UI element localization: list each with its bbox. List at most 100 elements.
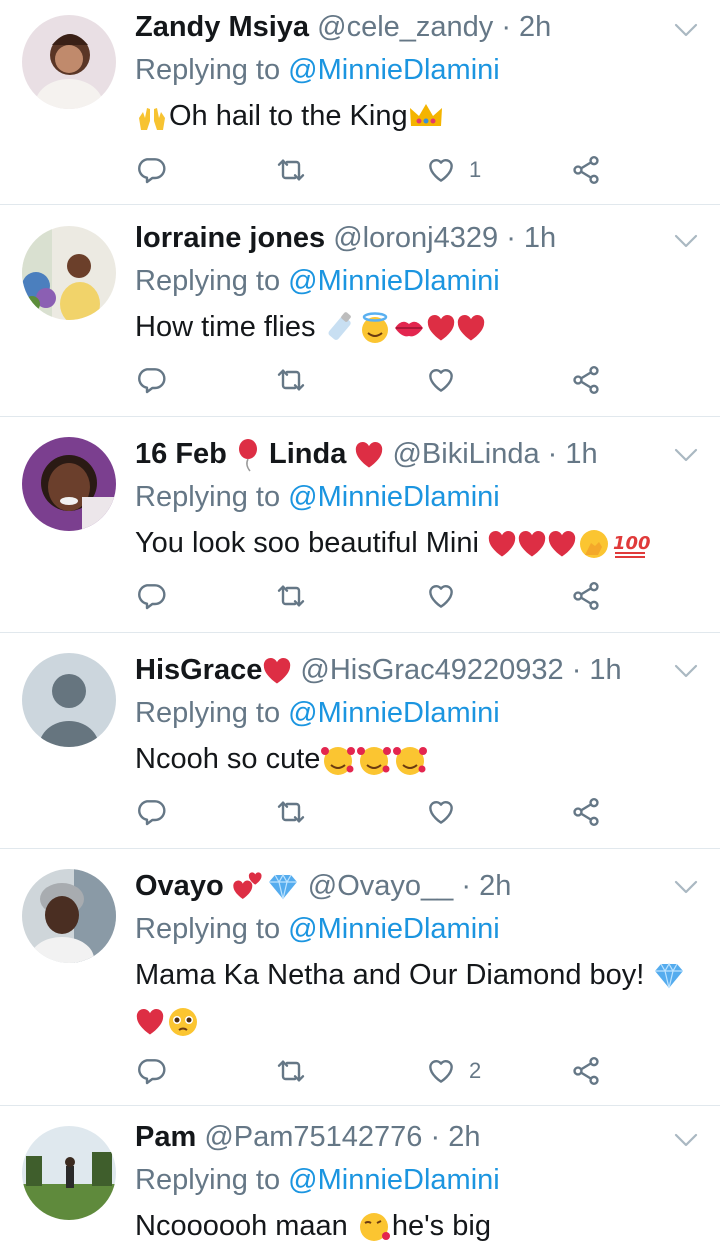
replying-to-label: Replying to [135, 697, 281, 729]
tweet-text-container: Oh hail to the King [135, 93, 696, 139]
mention-link[interactable]: @MinnieDlamini [288, 481, 500, 513]
like-icon[interactable] [425, 796, 457, 828]
avatar[interactable] [22, 15, 116, 109]
user-handle[interactable]: @BikiLinda [392, 438, 539, 470]
red-heart-emoji-icon [262, 657, 292, 685]
avatar[interactable] [22, 226, 116, 320]
user-handle[interactable]: @Ovayo__ [308, 870, 454, 902]
crown-emoji-icon [409, 104, 442, 127]
chevron-down-icon[interactable] [672, 20, 700, 40]
retweet-icon[interactable] [275, 364, 307, 396]
display-name-prefix[interactable]: 16 Feb [135, 438, 227, 470]
face-blowing-kiss-emoji-icon [359, 1213, 390, 1242]
retweet-icon[interactable] [275, 796, 307, 828]
tweet-text-container: You look soo beautiful Mini 100 [135, 520, 696, 566]
tweet-text: Ncooh so cute [135, 743, 321, 775]
red-heart-emoji-icon [547, 530, 577, 558]
avatar[interactable] [22, 653, 116, 747]
mention-link[interactable]: @MinnieDlamini [288, 54, 500, 86]
smiling-face-with-hearts-emoji-icon [321, 747, 356, 776]
reply-icon[interactable] [135, 580, 167, 612]
replying-to-label: Replying to [135, 265, 281, 297]
avatar[interactable] [22, 869, 116, 963]
chevron-down-icon[interactable] [672, 877, 700, 897]
tweet-text-container: Ncoooooh maan he's big [135, 1203, 696, 1249]
raising-hands-emoji-icon [139, 108, 165, 131]
display-name[interactable]: HisGrace [135, 654, 262, 686]
tweet-text: You look soo beautiful Mini [135, 527, 479, 559]
display-name[interactable]: Ovayo [135, 870, 224, 902]
mention-link[interactable]: @MinnieDlamini [288, 697, 500, 729]
mention-link[interactable]: @MinnieDlamini [288, 265, 500, 297]
reply-icon[interactable] [135, 1055, 167, 1087]
timestamp: · 1h [571, 654, 622, 686]
share-icon[interactable] [570, 796, 602, 828]
display-name[interactable]: Linda [269, 438, 346, 470]
tweet-text-container: Ncooh so cute [135, 736, 696, 782]
like-icon[interactable] [425, 580, 457, 612]
mention-link[interactable]: @MinnieDlamini [288, 913, 500, 945]
gem-emoji-icon [268, 874, 297, 900]
tweet-text: How time flies [135, 311, 316, 343]
timestamp: · 2h [461, 870, 512, 902]
hand-over-mouth-emoji-icon [580, 530, 608, 559]
display-name[interactable]: lorraine jones [135, 222, 325, 254]
tweet-item[interactable]: Zandy Msiya @cele_zandy · 2h Replying to… [0, 0, 720, 205]
chevron-down-icon[interactable] [672, 661, 700, 681]
balloon-emoji-icon [238, 439, 257, 472]
user-handle[interactable]: @HisGrac49220932 [300, 654, 563, 686]
tweet-text: Ncoooooh maan [135, 1210, 348, 1242]
share-icon[interactable] [570, 364, 602, 396]
avatar[interactable] [22, 1126, 116, 1220]
chevron-down-icon[interactable] [672, 1130, 700, 1150]
replying-to-label: Replying to [135, 481, 281, 513]
reply-icon[interactable] [135, 796, 167, 828]
user-handle[interactable]: @cele_zandy [317, 11, 493, 43]
tweet-text-container: How time flies [135, 304, 696, 350]
red-heart-emoji-icon [487, 530, 517, 558]
user-handle[interactable]: @Pam75142776 [204, 1121, 422, 1153]
tweet-item[interactable]: 16 Feb Linda @BikiLinda · 1h Replying to… [0, 417, 720, 633]
red-heart-emoji-icon [426, 314, 456, 342]
like-icon[interactable] [425, 364, 457, 396]
mention-link[interactable]: @MinnieDlamini [288, 1164, 500, 1196]
timestamp: · 2h [430, 1121, 481, 1153]
tweet-text: Oh hail to the King [169, 100, 408, 132]
red-heart-emoji-icon [517, 530, 547, 558]
share-icon[interactable] [570, 1055, 602, 1087]
like-count: 1 [469, 157, 482, 182]
tweet-item[interactable]: lorraine jones @loronj4329 · 1h Replying… [0, 205, 720, 417]
timestamp: · 1h [547, 438, 598, 470]
red-heart-emoji-icon [354, 441, 384, 469]
tweet-item[interactable]: Pam @Pam75142776 · 2h Replying to @Minni… [0, 1106, 720, 1242]
display-name[interactable]: Pam [135, 1121, 196, 1153]
timestamp: · 2h [501, 11, 552, 43]
tweet-item[interactable]: Ovayo @Ovayo__ · 2h Replying to @MinnieD… [0, 849, 720, 1106]
chevron-down-icon[interactable] [672, 231, 700, 251]
tweet-item[interactable]: HisGrace @HisGrac49220932 · 1h Replying … [0, 633, 720, 849]
hundred-points-emoji-icon: 100 [613, 533, 651, 559]
red-heart-emoji-icon [135, 1008, 165, 1036]
like-icon[interactable] [425, 1055, 457, 1087]
tweet-text-cont: he's big [391, 1210, 491, 1242]
like-icon[interactable] [425, 154, 457, 186]
share-icon[interactable] [570, 580, 602, 612]
baby-bottle-emoji-icon [328, 312, 351, 341]
pleading-face-emoji-icon [169, 1008, 197, 1037]
retweet-icon[interactable] [275, 1055, 307, 1087]
tweet-text-container: Mama Ka Netha and Our Diamond boy! [135, 952, 696, 1044]
chevron-down-icon[interactable] [672, 445, 700, 465]
timestamp: · 1h [506, 222, 557, 254]
reply-icon[interactable] [135, 154, 167, 186]
retweet-icon[interactable] [275, 154, 307, 186]
reply-icon[interactable] [135, 364, 167, 396]
replying-to-label: Replying to [135, 1164, 281, 1196]
user-handle[interactable]: @loronj4329 [333, 222, 498, 254]
red-heart-emoji-icon [456, 314, 486, 342]
display-name[interactable]: Zandy Msiya [135, 11, 309, 43]
share-icon[interactable] [570, 154, 602, 186]
like-count: 2 [469, 1058, 482, 1083]
replying-to-label: Replying to [135, 54, 281, 86]
retweet-icon[interactable] [275, 580, 307, 612]
avatar[interactable] [22, 437, 116, 531]
